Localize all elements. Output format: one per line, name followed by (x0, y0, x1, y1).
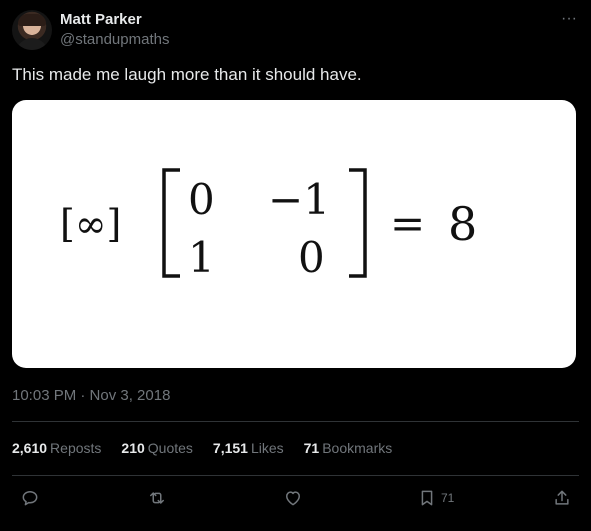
divider-top (12, 421, 579, 422)
bookmarks-label: Bookmarks (322, 440, 393, 456)
author-handle[interactable]: @standupmaths (60, 31, 169, 48)
more-options-icon[interactable]: ··· (561, 10, 577, 28)
matrix-right-bracket (349, 168, 367, 278)
quotes-stat[interactable]: 210 Quotes (121, 440, 193, 456)
matrix-left-bracket (162, 168, 180, 278)
reply-button[interactable] (20, 486, 40, 510)
matrix-cell-1-1: 0 (298, 233, 325, 282)
likes-label: Likes (250, 440, 284, 456)
bookmarks-count: 71 (303, 440, 320, 456)
bookmark-icon (421, 490, 433, 506)
tweet-timestamp[interactable]: 10:03 PM · Nov 3, 2018 (12, 387, 170, 404)
equation-image: [∞] 0 −1 1 0 = 8 (60, 168, 477, 282)
quotes-count: 210 (121, 440, 145, 456)
equation-result: 8 (448, 197, 477, 251)
reposts-stat[interactable]: 2,610 Reposts (12, 440, 101, 456)
matrix-cell-0-1: −1 (268, 175, 330, 224)
tweet-text: This made me laugh more than it should h… (12, 65, 362, 84)
share-button[interactable] (552, 486, 572, 510)
repost-button[interactable] (147, 486, 167, 510)
author-name[interactable]: Matt Parker (60, 11, 142, 28)
tweet-actions: 71 (12, 486, 579, 514)
reply-icon (22, 491, 38, 506)
divider-bottom (12, 475, 579, 476)
infinity-term: [∞] (60, 202, 121, 246)
matrix-cell-1-0: 1 (188, 233, 215, 282)
avatar[interactable] (12, 10, 52, 50)
bookmark-button[interactable]: 71 (417, 486, 454, 510)
reposts-label: Reposts (50, 440, 102, 456)
matrix-cell-0-0: 0 (188, 175, 215, 224)
bookmark-action-count: 71 (441, 491, 455, 505)
quotes-label: Quotes (147, 440, 193, 456)
bookmarks-stat[interactable]: 71 Bookmarks (304, 440, 393, 456)
equals-sign: = (390, 199, 425, 248)
repost-icon (150, 492, 164, 504)
likes-count: 7,151 (212, 440, 248, 456)
tweet-header: Matt Parker @standupmaths ··· (12, 10, 579, 52)
reposts-count: 2,610 (12, 440, 48, 456)
heart-icon (286, 491, 300, 506)
share-icon (555, 490, 569, 505)
engagement-stats: 2,610 Reposts 210 Quotes 7,151 Likes 71 Book… (12, 440, 392, 456)
tweet-media-image[interactable]: [∞] 0 −1 1 0 = 8 (12, 100, 576, 368)
likes-stat[interactable]: 7,151 Likes (213, 440, 284, 456)
like-button[interactable] (283, 486, 303, 510)
